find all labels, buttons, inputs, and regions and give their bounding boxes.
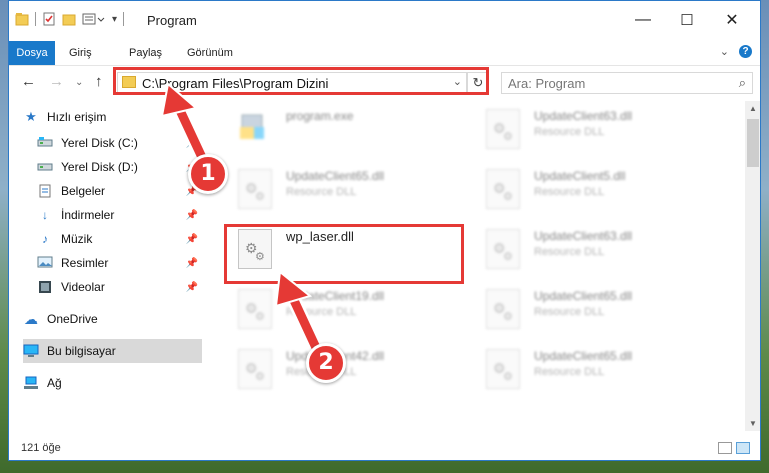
step-badge-2: 2 bbox=[306, 343, 346, 383]
arrow-1 bbox=[160, 82, 213, 173]
annotation-arrows bbox=[160, 82, 325, 359]
step-badge-1: 1 bbox=[188, 154, 228, 194]
arrow-2 bbox=[274, 270, 325, 359]
